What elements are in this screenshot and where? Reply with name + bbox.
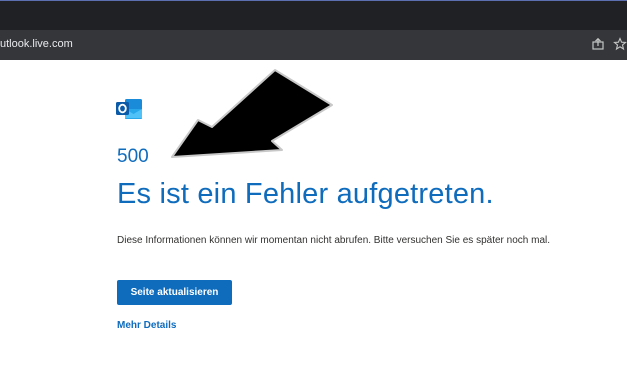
address-url[interactable]: utlook.live.com xyxy=(0,38,73,50)
error-headline: Es ist ein Fehler aufgetreten. xyxy=(117,178,494,210)
tab-strip-accent-line xyxy=(0,0,627,1)
browser-address-bar[interactable]: utlook.live.com xyxy=(0,30,627,60)
outlook-logo-icon xyxy=(116,98,143,120)
annotation-arrow-icon xyxy=(171,69,333,158)
more-details-link[interactable]: Mehr Details xyxy=(117,320,176,331)
star-icon[interactable] xyxy=(613,37,627,51)
error-code: 500 xyxy=(117,146,149,167)
browser-tab-strip xyxy=(0,0,627,30)
error-page: 500 Es ist ein Fehler aufgetreten. Diese… xyxy=(0,60,627,376)
error-description: Diese Informationen können wir momentan … xyxy=(117,235,551,246)
refresh-page-button[interactable]: Seite aktualisieren xyxy=(117,280,232,305)
share-icon[interactable] xyxy=(591,37,605,51)
